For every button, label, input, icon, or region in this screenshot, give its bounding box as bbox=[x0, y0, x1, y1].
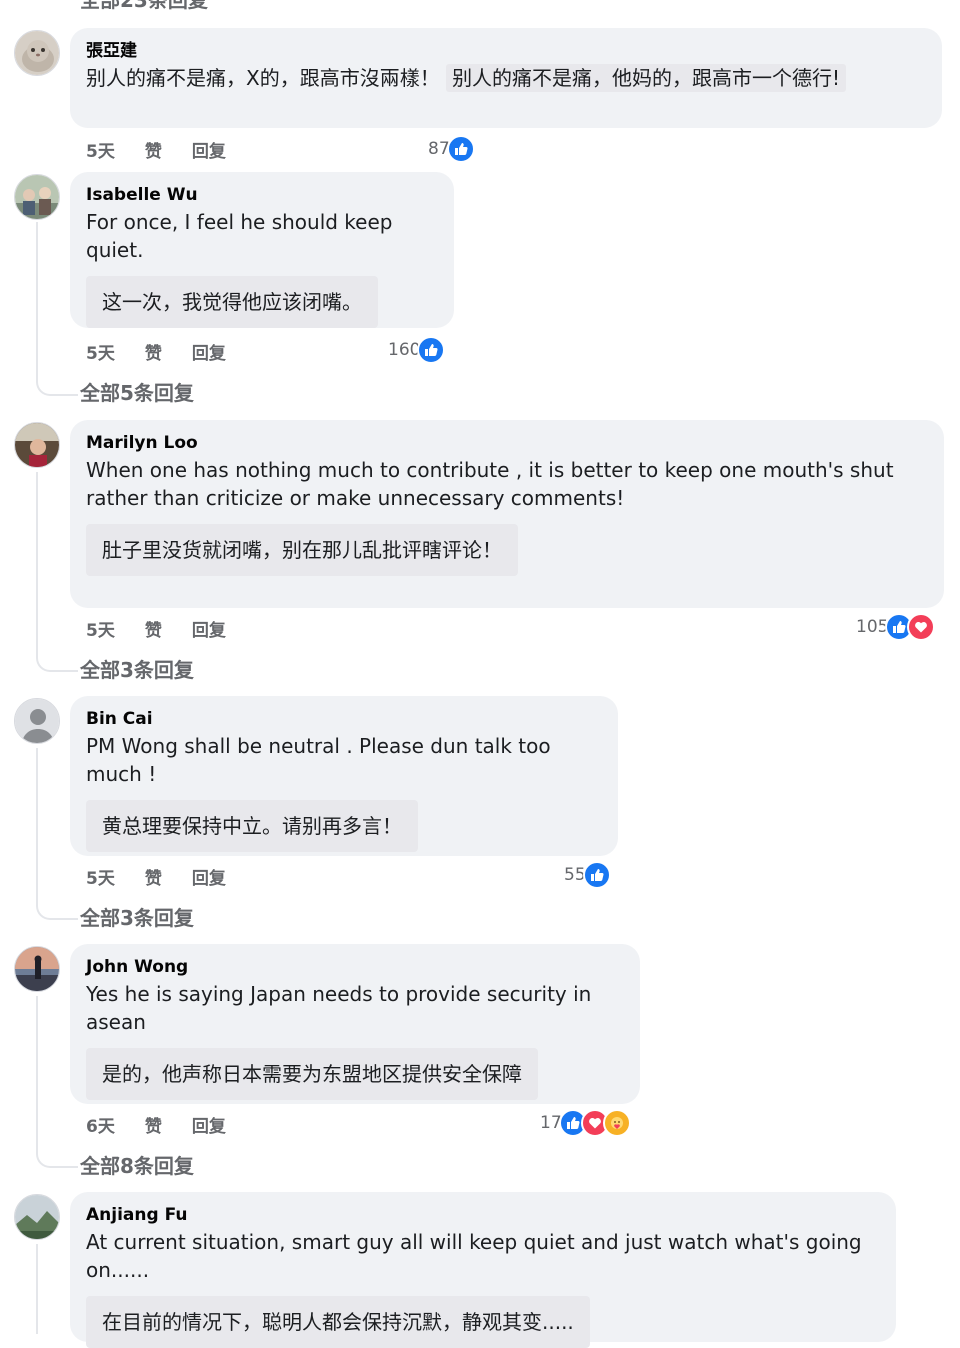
avatar-photo-image bbox=[15, 175, 59, 219]
love-icon bbox=[907, 613, 936, 641]
avatar-landscape-image bbox=[15, 1195, 59, 1239]
comment-translation: 这一次，我觉得他应该闭嘴。 bbox=[86, 276, 378, 328]
thread-connector bbox=[36, 904, 78, 920]
thread-line bbox=[36, 1244, 38, 1334]
comment-time[interactable]: 5天 bbox=[86, 339, 115, 364]
like-button[interactable]: 赞 bbox=[145, 137, 162, 162]
comment-time[interactable]: 5天 bbox=[86, 137, 115, 162]
reaction-summary[interactable]: 105 bbox=[856, 613, 936, 641]
comment-time[interactable]: 5天 bbox=[86, 864, 115, 889]
comment-text: For once, I feel he should keep quiet. bbox=[86, 210, 393, 262]
comment-actions: 5天 赞 回复 bbox=[86, 615, 226, 641]
comment-text: Yes he is saying Japan needs to provide … bbox=[86, 982, 592, 1034]
avatar-photo-image bbox=[15, 423, 59, 467]
avatar[interactable] bbox=[14, 1194, 60, 1240]
view-replies-link[interactable]: 全部3条回复 bbox=[80, 654, 194, 683]
comment-translation: 黄总理要保持中立。请别再多言！ bbox=[86, 800, 418, 852]
comment-time[interactable]: 6天 bbox=[86, 1112, 115, 1137]
avatar[interactable] bbox=[14, 174, 60, 220]
comment-translation: 在目前的情况下，聪明人都会保持沉默，静观其变..... bbox=[86, 1296, 590, 1348]
comment-author[interactable]: Isabelle Wu bbox=[86, 184, 438, 206]
reply-button[interactable]: 回复 bbox=[192, 616, 226, 641]
thread-line bbox=[36, 222, 38, 382]
thread-connector bbox=[36, 380, 78, 396]
comment-translation: 是的，他声称日本需要为东盟地区提供安全保障 bbox=[86, 1048, 538, 1100]
comment-bubble: Isabelle Wu For once, I feel he should k… bbox=[70, 172, 454, 328]
comment-text: At current situation, smart guy all will… bbox=[86, 1230, 862, 1282]
like-icon bbox=[417, 336, 446, 364]
view-replies-link[interactable]: 全部8条回复 bbox=[80, 1150, 194, 1179]
comment-author[interactable]: John Wong bbox=[86, 956, 624, 978]
avatar-cat-image bbox=[15, 31, 59, 75]
comment-actions: 6天 赞 回复 bbox=[86, 1111, 226, 1137]
thread-line bbox=[36, 748, 38, 906]
thread-connector bbox=[36, 1152, 78, 1168]
reaction-summary[interactable]: 87 bbox=[428, 135, 475, 163]
comment-author[interactable]: Anjiang Fu bbox=[86, 1204, 880, 1226]
comment-actions: 5天 赞 回复 bbox=[86, 863, 226, 889]
reply-button[interactable]: 回复 bbox=[192, 1112, 226, 1137]
comment-actions: 5天 赞 回复 bbox=[86, 338, 226, 364]
reply-button[interactable]: 回复 bbox=[192, 339, 226, 364]
like-button[interactable]: 赞 bbox=[145, 339, 162, 364]
like-icon bbox=[582, 861, 611, 889]
comment-text: When one has nothing much to contribute … bbox=[86, 458, 894, 510]
comment-translation: 肚子里没货就闭嘴，别在那儿乱批评瞎评论！ bbox=[86, 524, 518, 576]
avatar[interactable] bbox=[14, 946, 60, 992]
comment-author[interactable]: 張亞建 bbox=[86, 40, 926, 62]
default-avatar-icon bbox=[15, 699, 59, 743]
thread-line bbox=[36, 996, 38, 1154]
comment-bubble: Marilyn Loo When one has nothing much to… bbox=[70, 420, 944, 608]
avatar[interactable] bbox=[14, 698, 60, 744]
like-button[interactable]: 赞 bbox=[145, 864, 162, 889]
comment-bubble: 張亞建 别人的痛不是痛，X的，跟高市沒兩樣！ 别人的痛不是痛，他妈的，跟高市一个… bbox=[70, 28, 942, 128]
reply-button[interactable]: 回复 bbox=[192, 137, 226, 162]
comment-translation: 别人的痛不是痛，他妈的，跟高市一个德行! bbox=[446, 64, 847, 92]
view-replies-link[interactable]: 全部3条回复 bbox=[80, 902, 194, 931]
comment-original-text: 别人的痛不是痛，X的，跟高市沒兩樣！ bbox=[86, 66, 440, 90]
care-icon bbox=[602, 1109, 631, 1137]
reaction-summary[interactable]: 17 bbox=[540, 1109, 631, 1137]
comment-text: 别人的痛不是痛，X的，跟高市沒兩樣！ 别人的痛不是痛，他妈的，跟高市一个德行! bbox=[86, 64, 926, 92]
comment-time[interactable]: 5天 bbox=[86, 616, 115, 641]
reaction-count: 105 bbox=[856, 617, 889, 637]
comment-bubble: John Wong Yes he is saying Japan needs t… bbox=[70, 944, 640, 1104]
like-button[interactable]: 赞 bbox=[145, 1112, 162, 1137]
reaction-summary[interactable]: 160 bbox=[388, 336, 446, 364]
avatar[interactable] bbox=[14, 422, 60, 468]
thread-line bbox=[36, 472, 38, 658]
comment-author[interactable]: Bin Cai bbox=[86, 708, 602, 730]
comment-actions: 5天 赞 回复 bbox=[86, 136, 226, 162]
avatar[interactable] bbox=[14, 30, 60, 76]
reaction-count: 160 bbox=[388, 340, 421, 360]
view-replies-link[interactable]: 全部23条回复 bbox=[80, 0, 208, 13]
comment-bubble: Bin Cai PM Wong shall be neutral . Pleas… bbox=[70, 696, 618, 856]
thread-connector bbox=[36, 656, 78, 672]
view-replies-link[interactable]: 全部5条回复 bbox=[80, 377, 194, 406]
avatar-sunset-image bbox=[15, 947, 59, 991]
like-icon bbox=[446, 135, 475, 163]
comment-text: PM Wong shall be neutral . Please dun ta… bbox=[86, 734, 551, 786]
comment-bubble: Anjiang Fu At current situation, smart g… bbox=[70, 1192, 896, 1348]
comment-author[interactable]: Marilyn Loo bbox=[86, 432, 928, 454]
reaction-summary[interactable]: 55 bbox=[564, 861, 611, 889]
like-button[interactable]: 赞 bbox=[145, 616, 162, 641]
reply-button[interactable]: 回复 bbox=[192, 864, 226, 889]
